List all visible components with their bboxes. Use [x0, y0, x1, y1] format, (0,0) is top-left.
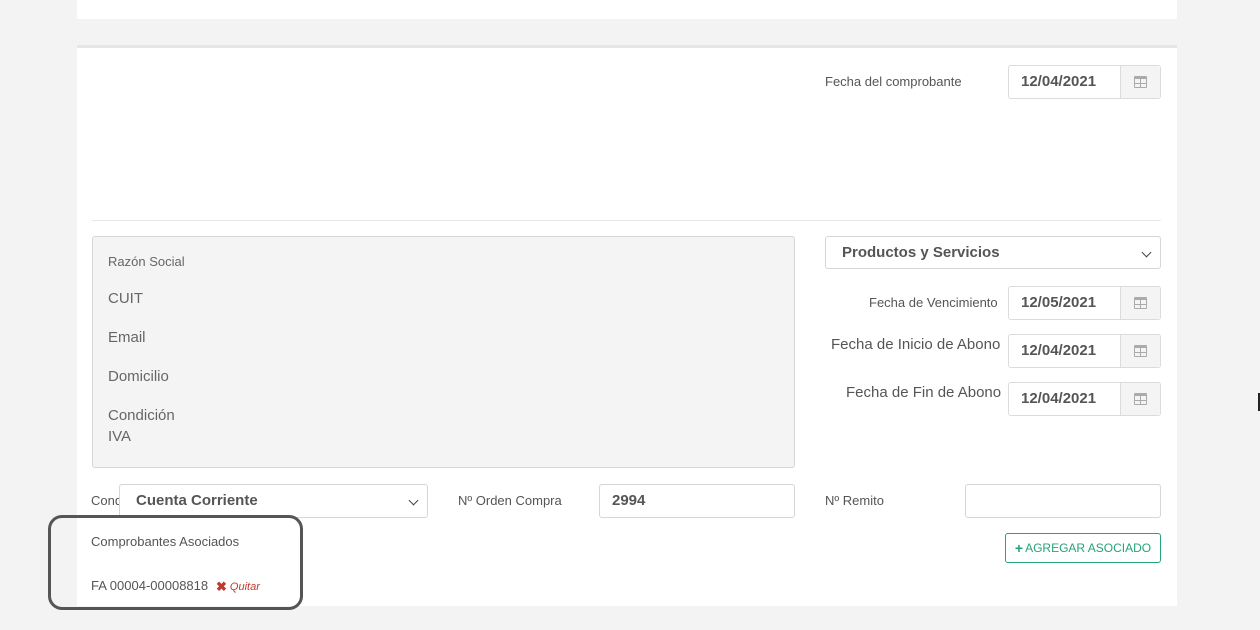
condicion-venta-select[interactable]: Cuenta Corriente [119, 484, 428, 518]
fin-abono-field[interactable]: 12/04/2021 [1008, 382, 1161, 416]
vencimiento-value[interactable]: 12/05/2021 [1009, 287, 1120, 319]
plus-icon: + [1014, 540, 1024, 556]
fin-abono-value[interactable]: 12/04/2021 [1009, 383, 1120, 415]
fin-abono-label: Fecha de Fin de Abono [846, 384, 1002, 401]
inicio-abono-field[interactable]: 12/04/2021 [1008, 334, 1161, 368]
inicio-abono-label: Fecha de Inicio de Abono [831, 336, 1001, 353]
inicio-abono-value[interactable]: 12/04/2021 [1009, 335, 1120, 367]
condicion-iva-label-line1: Condición [108, 407, 175, 424]
razon-social-label: Razón Social [108, 254, 185, 269]
calendar-icon[interactable] [1119, 287, 1160, 319]
top-panel [77, 0, 1177, 19]
chevron-down-icon [408, 495, 419, 506]
asociados-highlight-frame [48, 515, 303, 610]
fecha-comprobante-label: Fecha del comprobante [825, 74, 962, 89]
remito-label: Nº Remito [825, 493, 884, 508]
vencimiento-label: Fecha de Vencimiento [869, 295, 998, 310]
concepto-select-value: Productos y Servicios [842, 244, 1000, 261]
fecha-comprobante-value[interactable]: 12/04/2021 [1009, 66, 1120, 98]
cuit-label: CUIT [108, 290, 143, 307]
chevron-down-icon [1141, 247, 1152, 258]
calendar-icon[interactable] [1119, 383, 1160, 415]
add-asociado-label: AGREGAR ASOCIADO [1025, 541, 1152, 555]
email-label: Email [108, 329, 146, 346]
client-info-box: Razón Social CUIT Email Domicilio Condic… [92, 236, 795, 468]
fecha-comprobante-field[interactable]: 12/04/2021 [1008, 65, 1161, 99]
calendar-icon[interactable] [1119, 335, 1160, 367]
orden-compra-input[interactable]: 2994 [599, 484, 795, 518]
condicion-venta-value: Cuenta Corriente [136, 492, 258, 509]
calendar-icon[interactable] [1119, 66, 1160, 98]
section-divider [92, 220, 1161, 221]
domicilio-label: Domicilio [108, 368, 169, 385]
vencimiento-field[interactable]: 12/05/2021 [1008, 286, 1161, 320]
condicion-iva-label-line2: IVA [108, 428, 132, 445]
orden-compra-label: Nº Orden Compra [458, 493, 562, 508]
remito-input[interactable] [965, 484, 1161, 518]
condicion-label: Cond [91, 493, 123, 508]
concepto-select[interactable]: Productos y Servicios [825, 236, 1161, 269]
add-asociado-button[interactable]: + AGREGAR ASOCIADO [1005, 533, 1161, 563]
